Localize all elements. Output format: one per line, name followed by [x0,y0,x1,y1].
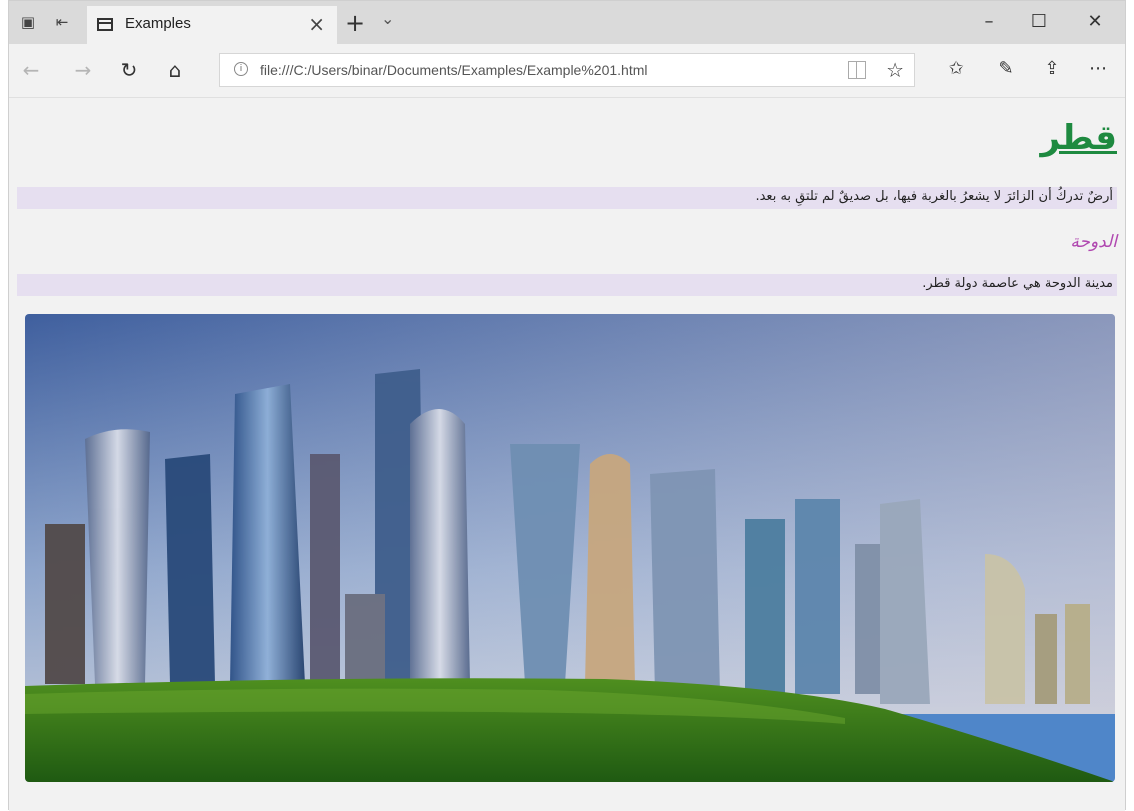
paragraph-band: مدينة الدوحة هي عاصمة دولة قطر. [17,274,1117,296]
favorites-list-icon[interactable]: ✩ [943,56,969,82]
maximize-icon[interactable]: ☐ [1019,7,1059,37]
browser-window: ▣ ⇤ Examples × + ⌄ – ☐ ✕ ← → ↻ ⌂ i file:… [8,0,1126,811]
minimize-icon[interactable]: – [969,7,1009,37]
navigation-bar: ← → ↻ ⌂ i file:///C:/Users/binar/Documen… [9,44,1125,98]
page-subheading: الدوحة [1070,232,1117,252]
doha-skyline-image [25,314,1115,782]
address-text[interactable]: file:///C:/Users/binar/Documents/Example… [260,62,647,78]
paragraph-text: أرضٌ تدركُ أن الزائرَ لا يشعرُ بالغربة ف… [755,189,1113,204]
title-bar: ▣ ⇤ Examples × + ⌄ – ☐ ✕ [9,1,1125,44]
page-heading: قطر [1040,118,1117,158]
book-icon[interactable] [848,61,866,79]
tab-title: Examples [125,15,191,32]
share-icon[interactable]: ⇪ [1039,56,1065,82]
refresh-icon[interactable]: ↻ [117,58,141,82]
tabs-aside-icon[interactable]: ▣ [19,13,37,31]
pen-icon[interactable]: ✎ [993,56,1019,82]
page-icon [97,18,113,31]
paragraph-text: مدينة الدوحة هي عاصمة دولة قطر. [922,276,1113,291]
back-arrow-icon[interactable]: ← [19,58,43,82]
ellipsis-icon[interactable]: ⋯ [1085,56,1111,82]
new-tab-button[interactable]: + [345,9,365,37]
page-content: قطر أرضٌ تدركُ أن الزائرَ لا يشعرُ بالغر… [9,98,1125,811]
home-icon[interactable]: ⌂ [163,58,187,82]
paragraph-band: أرضٌ تدركُ أن الزائرَ لا يشعرُ بالغربة ف… [17,187,1117,209]
close-tab-icon[interactable]: × [308,12,325,36]
forward-arrow-icon[interactable]: → [71,58,95,82]
address-bar[interactable]: i file:///C:/Users/binar/Documents/Examp… [219,53,915,87]
tab-preview-chevron-down-icon[interactable]: ⌄ [381,9,394,28]
info-icon[interactable]: i [234,62,248,76]
close-window-icon[interactable]: ✕ [1075,7,1115,37]
tab-examples[interactable]: Examples × [87,6,337,44]
star-icon[interactable]: ☆ [886,58,904,82]
tabs-restore-icon[interactable]: ⇤ [53,13,71,31]
